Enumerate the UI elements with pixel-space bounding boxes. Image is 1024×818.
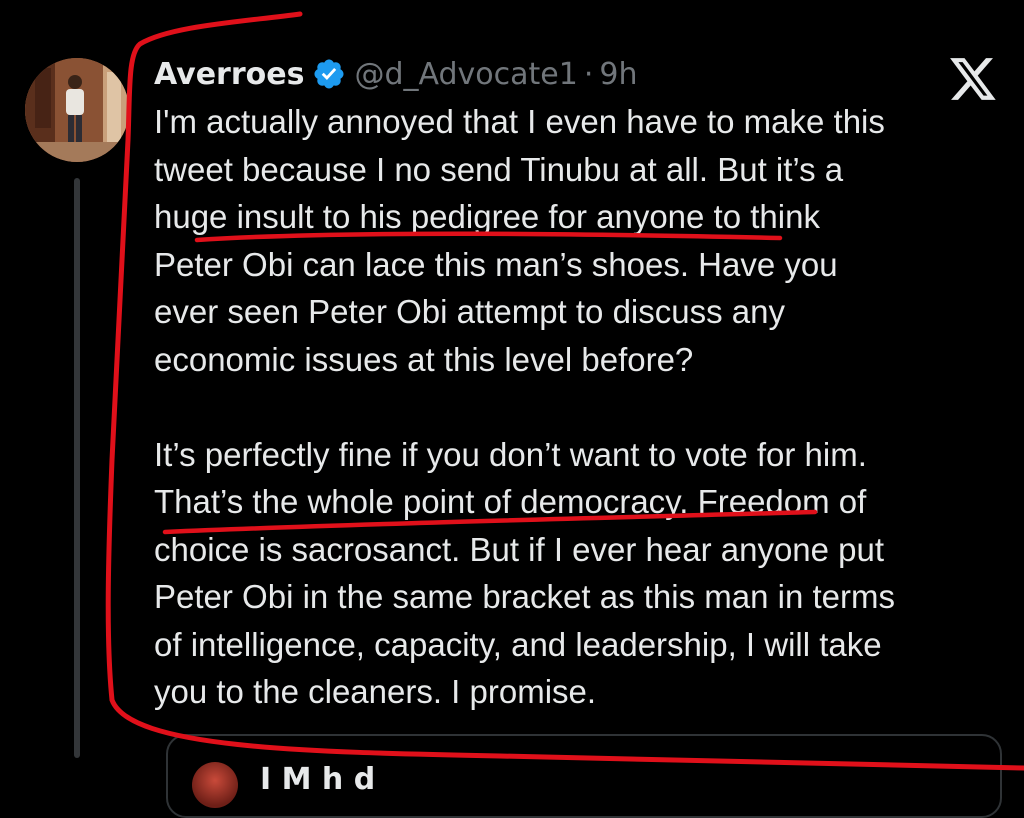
tweet-text: I'm actually annoyed that I even have to… — [154, 98, 1014, 716]
tweet-line: you to the cleaners. I promise. — [154, 673, 597, 710]
quoted-avatar[interactable] — [192, 762, 238, 808]
x-logo-icon — [950, 58, 996, 100]
avatar[interactable] — [25, 58, 129, 162]
quoted-tweet-card[interactable]: I M h d — [166, 734, 1002, 818]
avatar-photo — [25, 58, 129, 162]
tweet-line: It’s perfectly fine if you don’t want to… — [154, 435, 867, 473]
tweet-line: huge insult to his pedigree for anyone t… — [154, 198, 820, 235]
tweet-line: That’s the whole point of democracy. Fre… — [154, 483, 867, 520]
tweet-line: economic issues at this level before? — [154, 340, 694, 378]
tweet-line: ever seen Peter Obi attempt to discuss a… — [154, 293, 785, 330]
tweet-line: Peter Obi can lace this man’s shoes. Hav… — [154, 245, 838, 283]
tweet-line: choice is sacrosanct. But if I ever hear… — [154, 530, 885, 568]
tweet-line: of intelligence, capacity, and leadershi… — [154, 625, 882, 663]
display-name[interactable]: Averroes — [154, 57, 304, 92]
tweet-header: Averroes @d_Advocate1 · 9h — [154, 52, 1014, 96]
tweet-line: Peter Obi in the same bracket as this ma… — [154, 578, 895, 615]
tweet-time[interactable]: 9h — [599, 57, 637, 92]
tweet-line: I'm actually annoyed that I even have to… — [154, 103, 885, 140]
tweet-line: tweet because I no send Tinubu at all. B… — [154, 150, 844, 188]
verified-badge-icon[interactable] — [312, 57, 346, 91]
separator-dot: · — [583, 56, 594, 92]
thread-line — [74, 178, 80, 758]
tweet[interactable]: Averroes @d_Advocate1 · 9h I'm actually … — [154, 52, 1014, 716]
user-handle[interactable]: @d_Advocate1 — [354, 57, 577, 92]
